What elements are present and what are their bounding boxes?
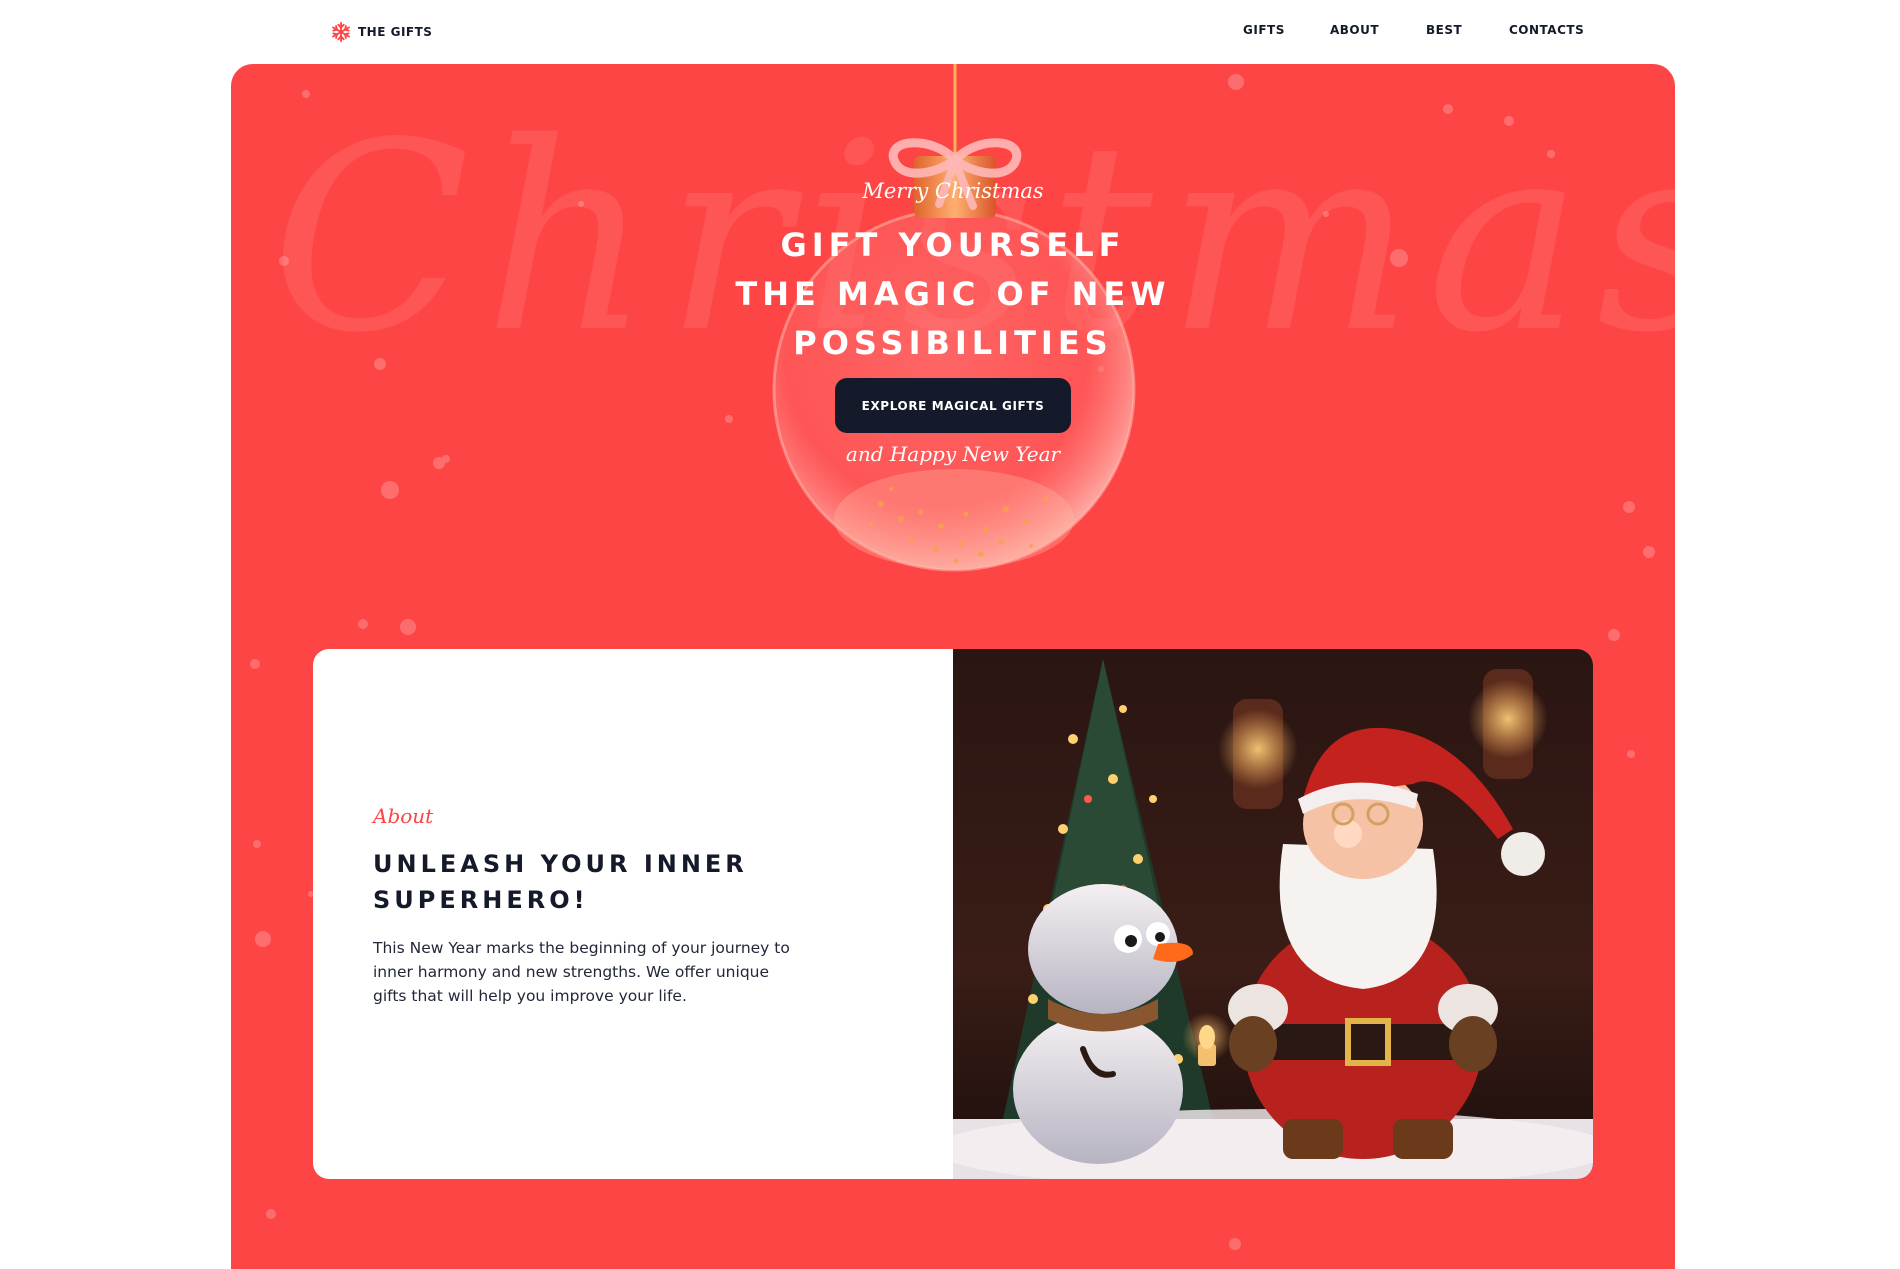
brand-name: THE GIFTS (358, 25, 433, 39)
nav-best[interactable]: BEST (1426, 23, 1462, 37)
about-title-line-1: UNLEASH YOUR INNER (373, 850, 748, 878)
hero-title-line-3: POSSIBILITIES (793, 324, 1113, 362)
greeting-happy-new-year: and Happy New Year (845, 442, 1061, 466)
hero-title: GIFT YOURSELF THE MAGIC OF NEW POSSIBILI… (603, 221, 1303, 368)
explore-gifts-button[interactable]: EXPLORE MAGICAL GIFTS (835, 378, 1071, 433)
about-description: This New Year marks the beginning of you… (373, 939, 790, 1005)
snowflake-icon (332, 21, 350, 43)
about-section-label: About (373, 804, 434, 828)
about-card: About UNLEASH YOUR INNER SUPERHERO! This… (313, 649, 1593, 1179)
hero-title-line-2: THE MAGIC OF NEW (735, 275, 1171, 313)
snowman-and-santa-illustration (953, 649, 1593, 1179)
site-header: THE GIFTS GIFTS ABOUT BEST CONTACTS (0, 0, 1900, 64)
about-title-line-2: SUPERHERO! (373, 886, 589, 914)
nav-about[interactable]: ABOUT (1330, 23, 1379, 37)
about-title: UNLEASH YOUR INNER SUPERHERO! (373, 846, 803, 918)
hero-section: Christmas (231, 64, 1675, 1269)
greeting-merry-christmas: Merry Christmas (862, 179, 1044, 203)
hero-title-line-1: GIFT YOURSELF (780, 226, 1126, 264)
nav-gifts[interactable]: GIFTS (1243, 23, 1285, 37)
logo[interactable]: THE GIFTS (330, 20, 432, 44)
about-text-block: About UNLEASH YOUR INNER SUPERHERO! This… (373, 804, 803, 1008)
nav-contacts[interactable]: CONTACTS (1509, 23, 1584, 37)
